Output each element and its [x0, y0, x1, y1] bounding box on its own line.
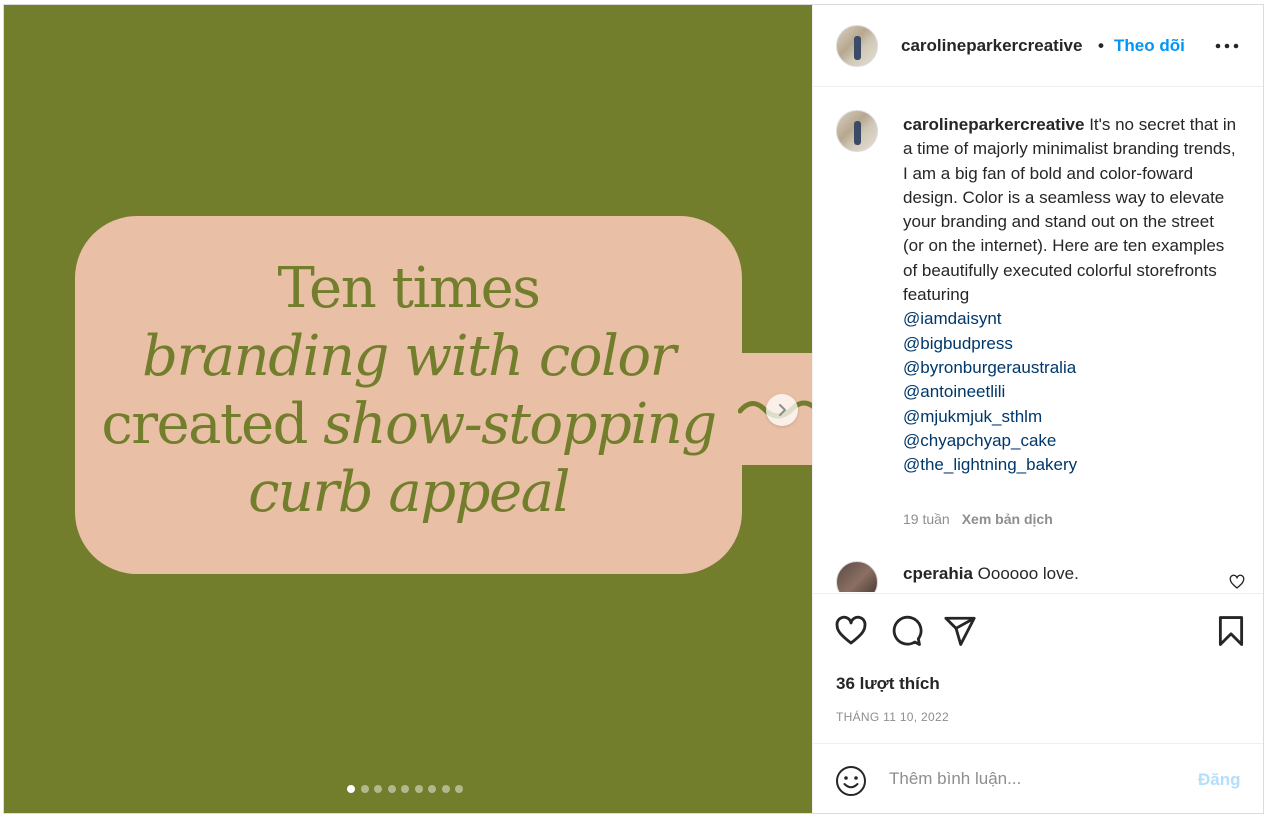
headline-line-2: branding with color [142, 324, 676, 389]
headline-line-4: curb appeal [248, 460, 570, 525]
comment-like-icon[interactable] [1229, 574, 1245, 590]
headline-line-3: created show-stopping [75, 391, 742, 459]
post-comment-button[interactable]: Đăng [1198, 770, 1241, 790]
carousel-dot [401, 785, 409, 793]
bookmark-icon[interactable] [1214, 614, 1248, 648]
more-horizontal-icon [1215, 43, 1239, 49]
caption-username[interactable]: carolineparkercreative [903, 115, 1084, 134]
post-header: carolineparkercreative • Theo dõi [813, 5, 1263, 87]
mention-link[interactable]: @bigbudpress [903, 332, 1238, 356]
caption-meta: 19 tuần Xem bản dịch [903, 511, 1053, 527]
caption-time[interactable]: 19 tuần [903, 511, 950, 527]
mention-link[interactable]: @antoineetlili [903, 380, 1238, 404]
carousel-indicator [347, 785, 463, 793]
mention-link[interactable]: @chyapchyap_cake [903, 429, 1238, 453]
chevron-right-icon [779, 404, 786, 416]
mention-link[interactable]: @mjukmjuk_sthlm [903, 405, 1238, 429]
headline-line-3a: created [101, 392, 324, 457]
post-dialog: Ten times branding with color created sh… [3, 4, 1264, 814]
post-media[interactable]: Ten times branding with color created sh… [4, 5, 812, 813]
add-comment-bar: Đăng [813, 743, 1263, 813]
carousel-dot [414, 785, 423, 793]
author-avatar[interactable] [836, 25, 878, 67]
carousel-dot [428, 785, 436, 793]
emoji-icon[interactable] [835, 765, 867, 797]
comment-text: cperahia Oooooo love. [903, 564, 1079, 584]
comment-body: Oooooo love. [977, 564, 1079, 583]
action-bar: 36 lượt thích THÁNG 11 10, 2022 [813, 593, 1263, 743]
header-separator: • [1098, 36, 1104, 55]
carousel-dot [347, 785, 355, 793]
mention-link[interactable]: @iamdaisynt [903, 307, 1238, 331]
comments-section[interactable]: carolineparkercreative It's no secret th… [813, 88, 1263, 592]
caption-text: carolineparkercreative It's no secret th… [903, 113, 1238, 477]
caption-author-avatar[interactable] [836, 110, 878, 152]
slide-headline: Ten times branding with color created sh… [75, 255, 742, 527]
more-options-button[interactable] [1213, 35, 1241, 57]
headline-line-3b: show-stopping [323, 392, 717, 457]
next-slide-button[interactable] [766, 394, 798, 426]
comment-input[interactable] [889, 769, 1179, 789]
commenter-username[interactable]: cperahia [903, 564, 973, 583]
caption-body: It's no secret that in a time of majorly… [903, 115, 1237, 305]
share-icon[interactable] [943, 614, 977, 648]
author-username[interactable]: carolineparkercreative [901, 36, 1082, 56]
follow-button[interactable]: Theo dõi [1114, 36, 1185, 56]
mention-list: @iamdaisynt @bigbudpress @byronburgeraustr… [903, 307, 1238, 477]
mention-link[interactable]: @byronburgeraustralia [903, 356, 1238, 380]
post-date[interactable]: THÁNG 11 10, 2022 [836, 710, 949, 724]
mention-link[interactable]: @the_lightning_bakery [903, 453, 1238, 477]
carousel-dot [387, 785, 396, 793]
carousel-dot [441, 785, 450, 793]
headline-line-1: Ten times [277, 256, 541, 321]
see-translation-button[interactable]: Xem bản dịch [962, 511, 1053, 527]
carousel-dot [455, 785, 463, 793]
heart-icon[interactable] [834, 614, 868, 648]
comment-icon[interactable] [889, 614, 923, 648]
carousel-dot [360, 785, 369, 793]
like-count[interactable]: 36 lượt thích [836, 674, 940, 694]
commenter-avatar[interactable] [836, 561, 878, 592]
carousel-dot [374, 785, 382, 793]
post-sidebar: carolineparkercreative • Theo dõi caroli… [812, 5, 1263, 813]
